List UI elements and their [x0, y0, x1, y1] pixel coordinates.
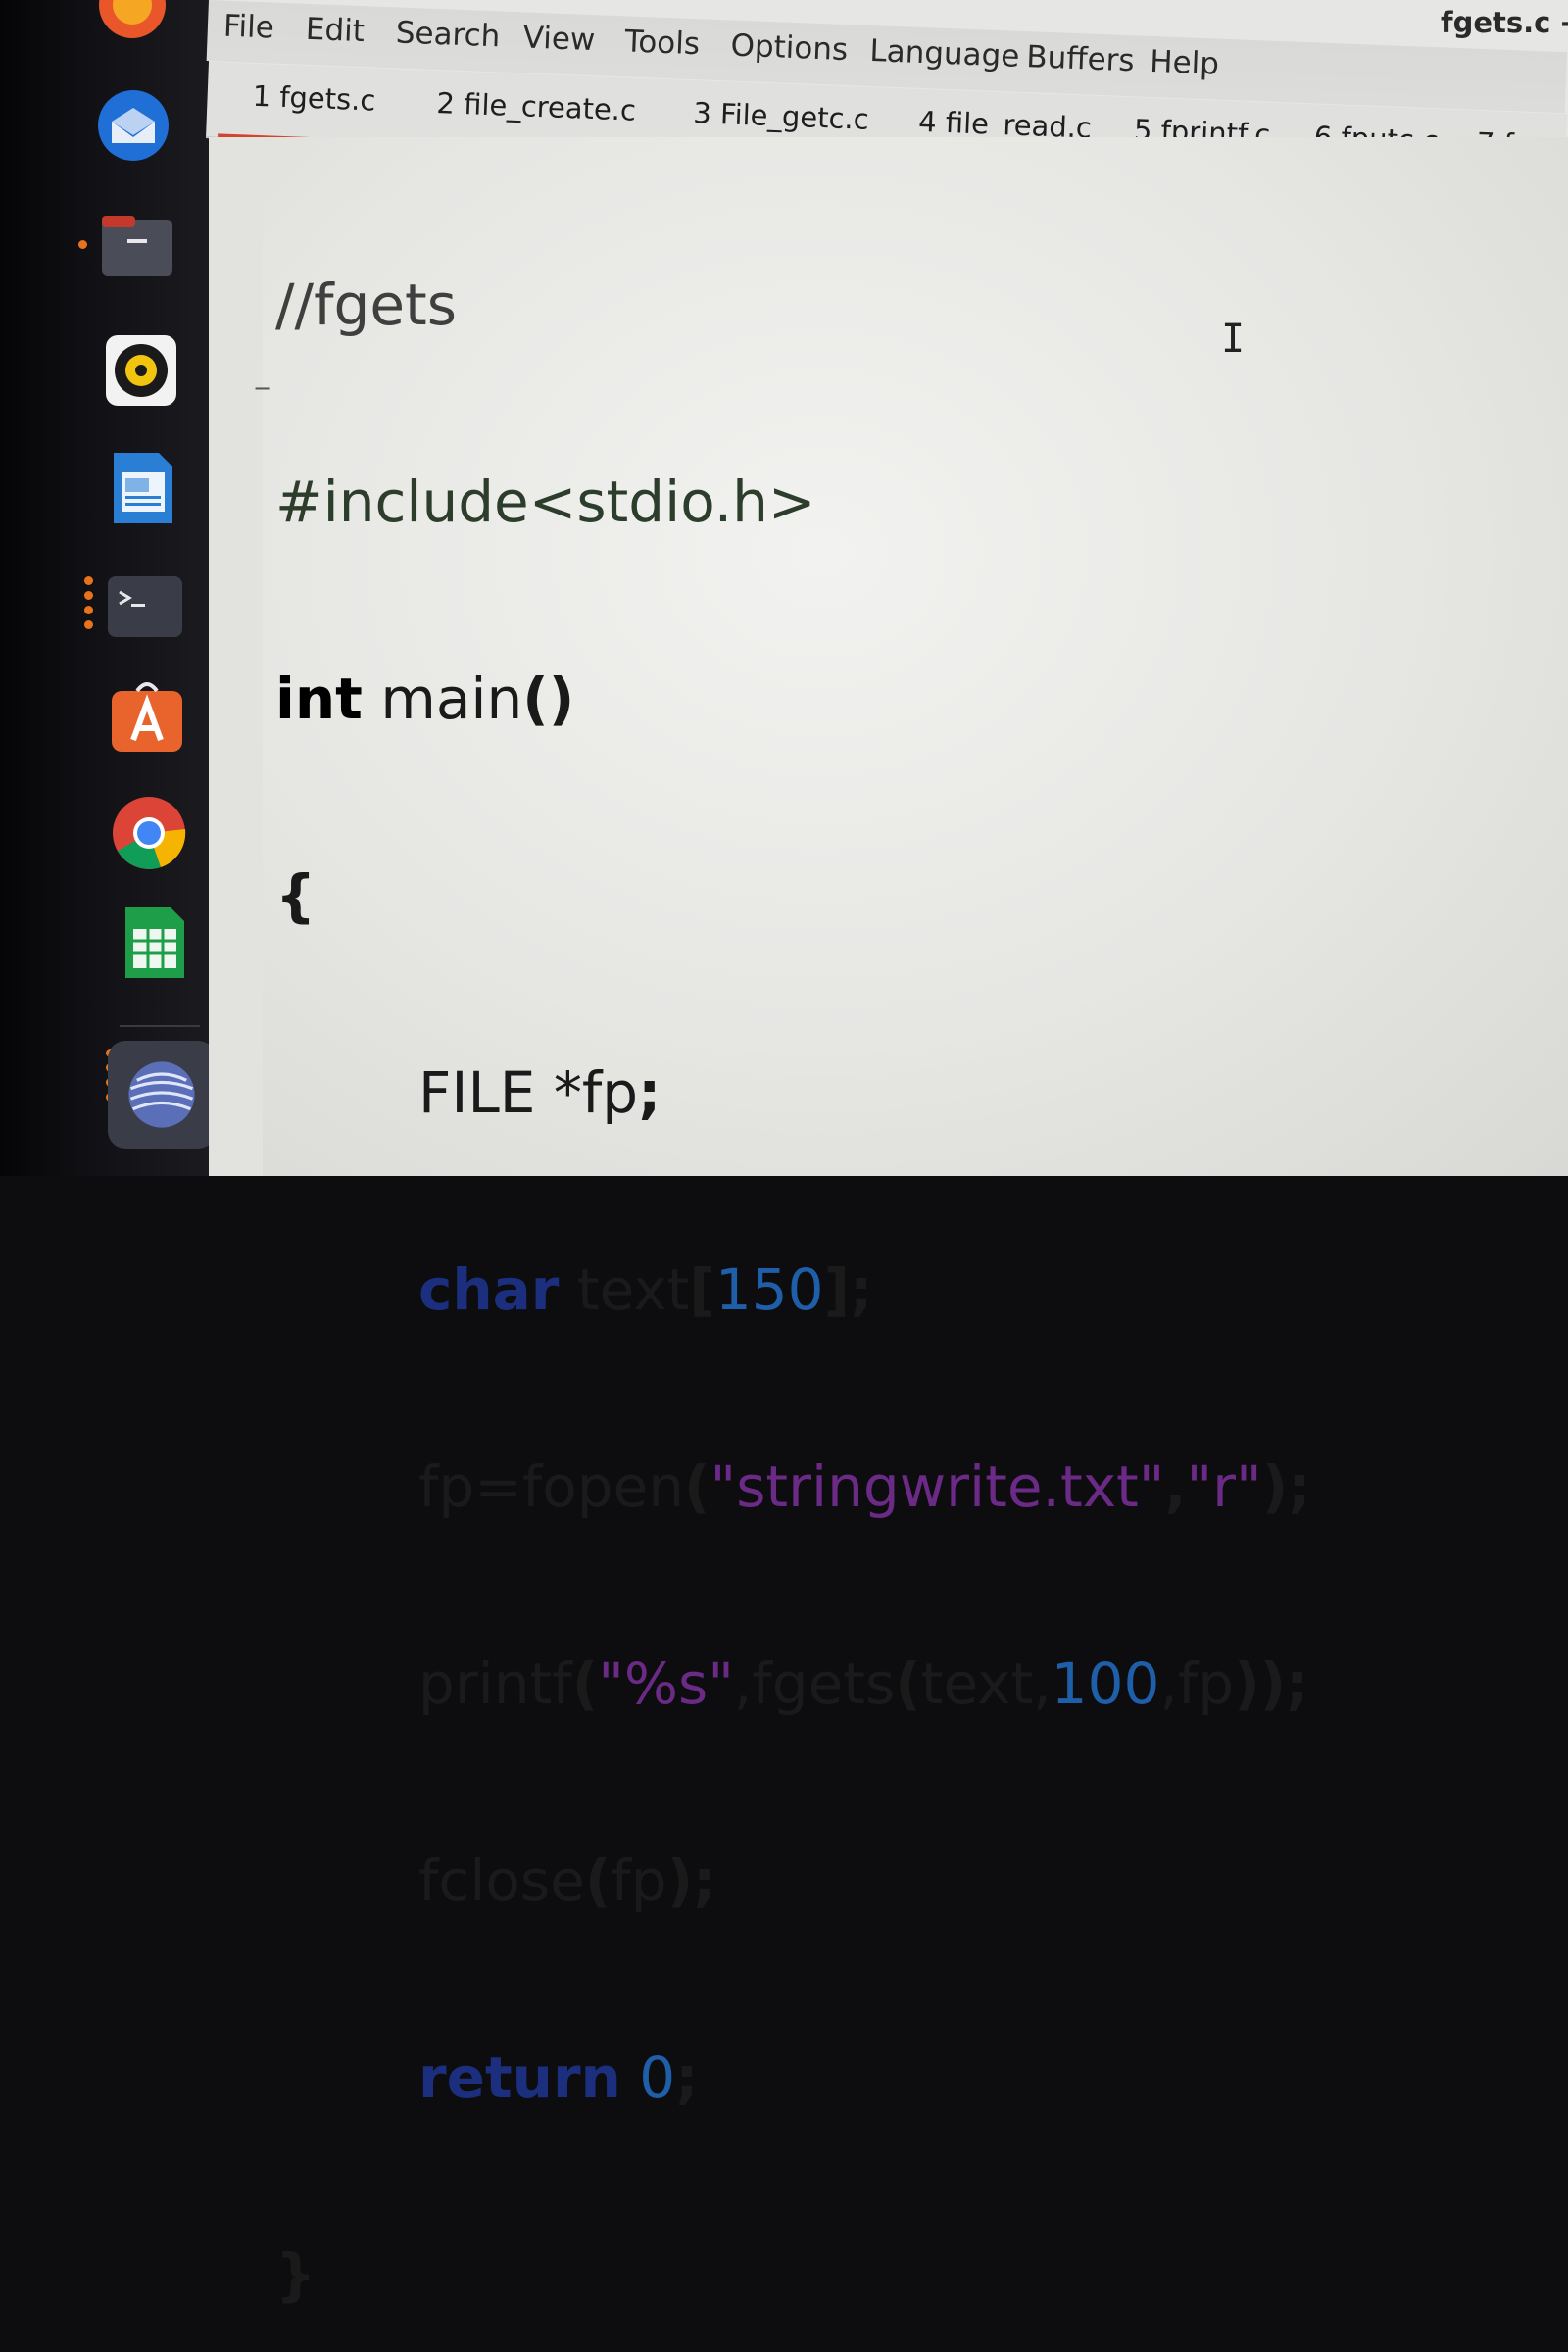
- text-cursor-icon: I: [1221, 317, 1246, 362]
- identifier-token: ,fp: [1159, 1650, 1235, 1717]
- identifier-token: ,fgets: [733, 1650, 896, 1717]
- keyword-token: int: [275, 665, 363, 732]
- punct-token: [: [689, 1256, 715, 1323]
- code-line-7: fp=fopen("stringwrite.txt","r");: [275, 1454, 1310, 1520]
- window-title: fgets.c - S: [1441, 6, 1568, 39]
- terminal-icon[interactable]: [106, 566, 184, 645]
- identifier-token: fp: [611, 1847, 667, 1914]
- application-dock: [0, 0, 220, 1176]
- chrome-icon[interactable]: [110, 794, 188, 872]
- comment-token: //fgets: [275, 271, 457, 338]
- number-token: 150: [714, 1256, 824, 1323]
- punct-token: (: [895, 1650, 921, 1717]
- punct-token: (): [522, 665, 575, 732]
- identifier-token: printf: [418, 1650, 572, 1717]
- code-line-8: printf("%s",fgets(text,100,fp));: [275, 1651, 1310, 1717]
- menu-edit[interactable]: Edit: [299, 8, 371, 54]
- punct-token: ];: [823, 1256, 873, 1323]
- show-apps-icon[interactable]: [108, 1041, 216, 1149]
- dock-separator: [120, 1025, 200, 1027]
- code-line-1: //fgets: [275, 272, 1310, 338]
- thunderbird-icon[interactable]: [94, 86, 172, 165]
- punct-token: );: [1261, 1453, 1311, 1520]
- terminal-running-indicator: [84, 576, 94, 629]
- punct-token: ;: [638, 1059, 662, 1126]
- geany-editor-window: File Edit Search View Tools Options Lang…: [206, 0, 1568, 2308]
- punct-token: );: [666, 1847, 716, 1914]
- punct-token: (: [684, 1453, 710, 1520]
- identifier-token: text: [559, 1256, 690, 1323]
- type-keyword-token: return: [418, 2044, 621, 2111]
- files-running-indicator: [78, 240, 88, 249]
- identifier-token: fp=fopen: [418, 1453, 684, 1520]
- code-line-6: char text[150];: [275, 1257, 1310, 1323]
- punct-token: (: [571, 1650, 599, 1717]
- code-line-4: {: [275, 863, 1310, 929]
- punct-token: ));: [1234, 1650, 1309, 1717]
- menu-help[interactable]: Help: [1143, 40, 1225, 86]
- line-gutter: [209, 137, 263, 1176]
- identifier-token: FILE *fp: [418, 1059, 639, 1126]
- tab-file-getc[interactable]: 3 File_getc.c: [682, 90, 879, 143]
- punct-token: (: [584, 1847, 612, 1914]
- source-code[interactable]: //fgets #include<stdio.h> int main() { F…: [275, 141, 1310, 2352]
- fold-marker[interactable]: −: [253, 374, 272, 402]
- writer-icon[interactable]: [104, 449, 182, 527]
- code-line-10: return 0;: [275, 2045, 1310, 2111]
- number-token: 100: [1051, 1650, 1160, 1717]
- code-editor[interactable]: − //fgets #include<stdio.h> int main() {…: [209, 137, 1568, 2308]
- identifier-token: text,: [920, 1650, 1052, 1717]
- identifier-token: fclose: [418, 1847, 585, 1914]
- code-line-11: }: [275, 2242, 1310, 2308]
- brace-open: {: [275, 862, 317, 929]
- menu-buffers[interactable]: Buffers: [1020, 35, 1142, 83]
- software-center-icon[interactable]: [108, 679, 186, 758]
- code-line-3: int main(): [275, 666, 1310, 732]
- code-line-5: FILE *fp;: [275, 1060, 1310, 1126]
- string-token: "r": [1186, 1453, 1262, 1520]
- number-token: 0: [620, 2044, 676, 2111]
- files-icon[interactable]: [98, 206, 176, 284]
- tab-file-create[interactable]: 2 file_create.c: [426, 80, 647, 134]
- code-line-2: #include<stdio.h>: [275, 469, 1310, 535]
- menu-tools[interactable]: Tools: [618, 20, 707, 66]
- code-line-9: fclose(fp);: [275, 1848, 1310, 1914]
- tab-fgets[interactable]: 1 fgets.c: [242, 73, 386, 123]
- type-keyword-token: char: [418, 1256, 560, 1323]
- rhythmbox-icon[interactable]: [102, 331, 180, 410]
- firefox-icon[interactable]: [93, 0, 172, 44]
- string-token: "%s": [598, 1650, 734, 1717]
- string-token: "stringwrite.txt": [710, 1453, 1165, 1520]
- menu-language[interactable]: Language: [863, 29, 1027, 78]
- punct-token: ;: [675, 2044, 699, 2111]
- menu-file[interactable]: File: [217, 4, 281, 49]
- menu-search[interactable]: Search: [389, 11, 507, 59]
- brace-close: }: [275, 2241, 317, 2308]
- menu-options[interactable]: Options: [724, 24, 855, 72]
- preprocessor-token: #include<stdio.h>: [275, 468, 816, 535]
- punct-token: ,: [1164, 1453, 1187, 1520]
- menu-view[interactable]: View: [516, 16, 602, 62]
- calc-icon[interactable]: [116, 904, 194, 982]
- identifier-token: main: [362, 665, 523, 732]
